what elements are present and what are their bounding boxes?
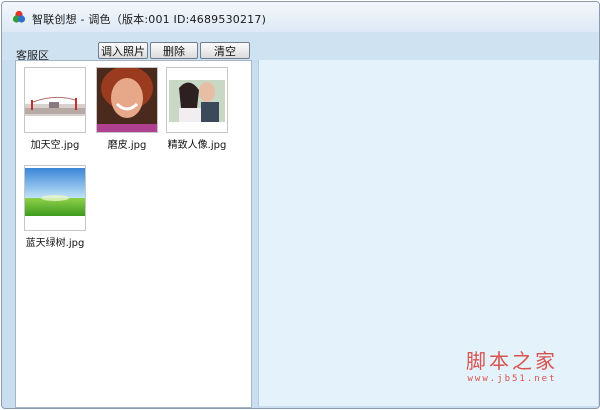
clear-button[interactable]: 清空 bbox=[200, 42, 250, 59]
photo-thumbnail[interactable]: 磨皮.jpg bbox=[96, 67, 158, 151]
watermark-url: www.jb51.net bbox=[467, 374, 557, 384]
portrait-photo-icon bbox=[97, 68, 157, 132]
sky-photo-icon bbox=[25, 68, 85, 132]
landscape-photo-icon bbox=[25, 166, 85, 230]
photo-name: 磨皮.jpg bbox=[107, 140, 147, 151]
photo-name: 加天空.jpg bbox=[30, 140, 80, 151]
app-logo-icon bbox=[12, 10, 26, 23]
photo-thumbnail[interactable]: 精致人像.jpg bbox=[166, 67, 228, 151]
toolbar: 客服区 调入照片 删除 清空 bbox=[2, 32, 599, 62]
photo-list-panel: 加天空.jpg 磨皮.jpg 精致人像.jpg 蓝天绿树.jpg bbox=[15, 60, 252, 408]
title-bar[interactable]: 智联创想 - 调色（版本:001 ID:4689530217) bbox=[2, 2, 599, 33]
photo-thumbnail[interactable]: 蓝天绿树.jpg bbox=[24, 165, 86, 249]
photo-name: 蓝天绿树.jpg bbox=[25, 238, 85, 249]
watermark-text: 脚本之家 bbox=[466, 349, 558, 373]
photo-image bbox=[24, 67, 86, 133]
photo-name: 精致人像.jpg bbox=[167, 140, 227, 151]
delete-button[interactable]: 删除 bbox=[150, 42, 198, 59]
import-photo-button[interactable]: 调入照片 bbox=[98, 42, 148, 59]
preview-panel[interactable]: 脚本之家 www.jb51.net bbox=[258, 60, 598, 406]
photo-image bbox=[96, 67, 158, 133]
watermark: 脚本之家 www.jb51.net bbox=[466, 345, 558, 384]
photo-thumbnail[interactable]: 加天空.jpg bbox=[24, 67, 86, 151]
app-window: 智联创想 - 调色（版本:001 ID:4689530217) 客服区 调入照片… bbox=[1, 1, 600, 409]
photo-image bbox=[24, 165, 86, 231]
photo-image bbox=[166, 67, 228, 133]
window-title: 智联创想 - 调色（版本:001 ID:4689530217) bbox=[32, 13, 267, 26]
couple-photo-icon bbox=[167, 68, 227, 132]
